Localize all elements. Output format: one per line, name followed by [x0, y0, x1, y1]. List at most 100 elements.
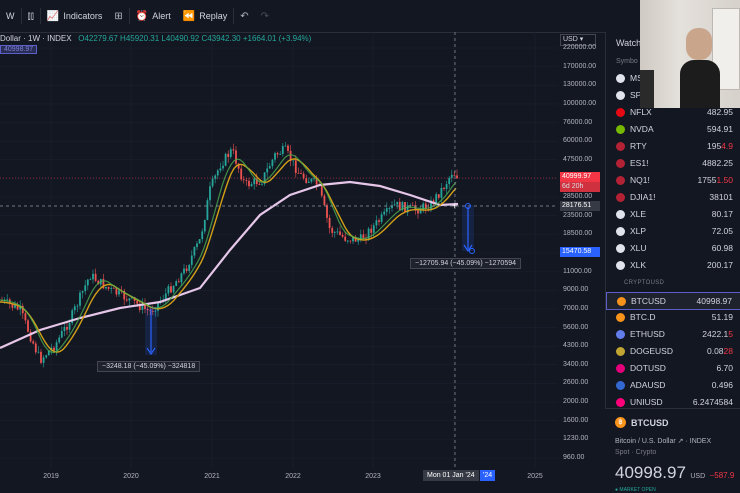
watchlist-row[interactable]: XLK 200.17 [606, 257, 740, 273]
candle-body [172, 286, 175, 293]
candles-icon: ⫾⫾ [27, 10, 34, 22]
candle-body [448, 177, 451, 185]
candle-body [188, 264, 191, 271]
candle-body [107, 286, 110, 289]
watchlist-row[interactable]: BTCUSD 40998.97 [606, 292, 740, 310]
watchlist-price: 60.98 [711, 243, 733, 253]
watchlist-symbol: ETHUSD [630, 329, 665, 339]
candle-body [92, 273, 94, 280]
price-badge: 40998.97 [0, 45, 38, 54]
watchlist-row[interactable]: NVDA 594.91 [606, 121, 740, 137]
time-axis[interactable]: Mon 01 Jan '24 '24 2019 2020 2021 2022 2023 2… [0, 468, 605, 492]
candle-body [55, 342, 58, 351]
interval-button[interactable]: W [0, 0, 21, 32]
candle-body [284, 145, 287, 147]
watchlist-row[interactable]: DOTUSD 6.70 [606, 360, 740, 376]
watchlist-symbol: DOGEUSD [630, 346, 673, 356]
candle-body [115, 288, 118, 295]
candle-body [320, 185, 323, 196]
watchlist-row[interactable]: XLE 80.17 [606, 206, 740, 222]
ohlc-values: O42279.67 H45920.31 L40490.92 C43942.30 … [78, 34, 312, 43]
candle-body [339, 231, 341, 235]
watchlist-symbol: DOTUSD [630, 363, 666, 373]
undo-button[interactable]: ↶ [234, 0, 254, 32]
symbol-title[interactable]: Dollar · 1W · INDEX [0, 34, 72, 43]
chart-type-button[interactable]: ⫾⫾ [22, 0, 40, 32]
price-change-digits: 5 [728, 329, 733, 339]
candle-body [279, 154, 282, 155]
watchlist-price: 594.91 [707, 124, 733, 134]
price-change-digits: 4.9 [721, 141, 733, 151]
candle-body [170, 286, 172, 293]
watchlist-row[interactable]: ES1! 4882.25 [606, 155, 740, 171]
measure-price-label: 15470.58 [560, 247, 600, 257]
watchlist-row[interactable]: NQ1! 17551.50 [606, 172, 740, 188]
candle-body [328, 217, 331, 229]
candle-body [34, 343, 37, 353]
candle-body [336, 231, 339, 233]
price-tick-label: 170000.00 [563, 62, 597, 70]
candle-body [297, 172, 300, 174]
candle-body [229, 149, 232, 157]
watchlist-title[interactable]: Watch [616, 38, 641, 48]
chart-legend: Dollar · 1W · INDEX O42279.67 H45920.31 … [0, 34, 311, 54]
watchlist-row[interactable]: XLP 72.05 [606, 223, 740, 239]
candle-body [310, 178, 313, 182]
candle-body [248, 180, 250, 187]
candle-body [198, 239, 201, 244]
candle-body [250, 184, 253, 187]
candle-body [349, 240, 352, 242]
candle-body [37, 351, 40, 353]
price-tick-label: 3400.00 [563, 360, 589, 368]
candle-body [183, 268, 185, 274]
watchlist-price: 4882.25 [702, 158, 733, 168]
symbol-logo-icon [616, 363, 625, 373]
watchlist-section-header[interactable]: CRYPTOUSD [624, 280, 664, 286]
details-change: −587.9 [709, 471, 735, 480]
watchlist-row[interactable]: BTC.D 51.19 [606, 309, 740, 325]
watchlist-row[interactable]: RTY 1954.9 [606, 138, 740, 154]
watchlist-row[interactable]: DOGEUSD 0.0828 [606, 343, 740, 359]
candle-body [346, 240, 349, 242]
watchlist-row[interactable]: ADAUSD 0.496 [606, 377, 740, 393]
candle-body [245, 180, 248, 181]
time-tick-label: 2025 [527, 473, 543, 480]
candle-body [45, 355, 48, 358]
candle-body [372, 225, 375, 233]
column-header-symbol[interactable]: Symbo [616, 58, 638, 65]
price-tick-label: 1230.00 [563, 435, 589, 443]
candle-body [388, 208, 391, 209]
candle-body [227, 153, 230, 157]
watchlist-row[interactable]: DJIA1! 38101 [606, 189, 740, 205]
watchlist-symbol: NFLX [630, 107, 652, 117]
candle-body [393, 204, 396, 206]
candle-body [216, 170, 219, 176]
watchlist-row[interactable]: ETHUSD 2422.15 [606, 326, 740, 342]
watchlist-row[interactable]: XLU 60.98 [606, 240, 740, 256]
watchlist-price: 17551.50 [697, 175, 733, 185]
candle-body [326, 205, 328, 218]
measure-label-2: −12705.94 (−45.09%) −1270594 [410, 258, 522, 269]
templates-button[interactable]: ⊞ [108, 0, 128, 32]
replay-button[interactable]: ⏪ Replay [177, 0, 233, 32]
candle-body [94, 273, 97, 281]
chair [640, 70, 654, 108]
price-change-digits: 28 [723, 346, 733, 356]
price-tick-label: 4300.00 [563, 342, 589, 350]
indicators-icon: 📈 [46, 10, 60, 22]
watchlist-symbol: RTY [630, 141, 647, 151]
details-price-decimals: 97 [667, 463, 686, 482]
alert-button[interactable]: ⏰ Alert [130, 0, 177, 32]
candle-body [24, 313, 27, 321]
redo-icon: ↷ [260, 10, 269, 22]
indicators-button[interactable]: 📈 Indicators [41, 0, 108, 32]
interval-label: W [6, 11, 15, 21]
external-link-icon[interactable]: ↗ [678, 438, 684, 445]
candle-body [136, 300, 139, 304]
symbol-logo-icon [616, 124, 625, 134]
redo-button[interactable]: ↷ [255, 0, 275, 32]
candle-body [193, 247, 196, 256]
candle-body [258, 184, 261, 185]
candle-body [341, 234, 344, 237]
candle-body [242, 179, 245, 181]
